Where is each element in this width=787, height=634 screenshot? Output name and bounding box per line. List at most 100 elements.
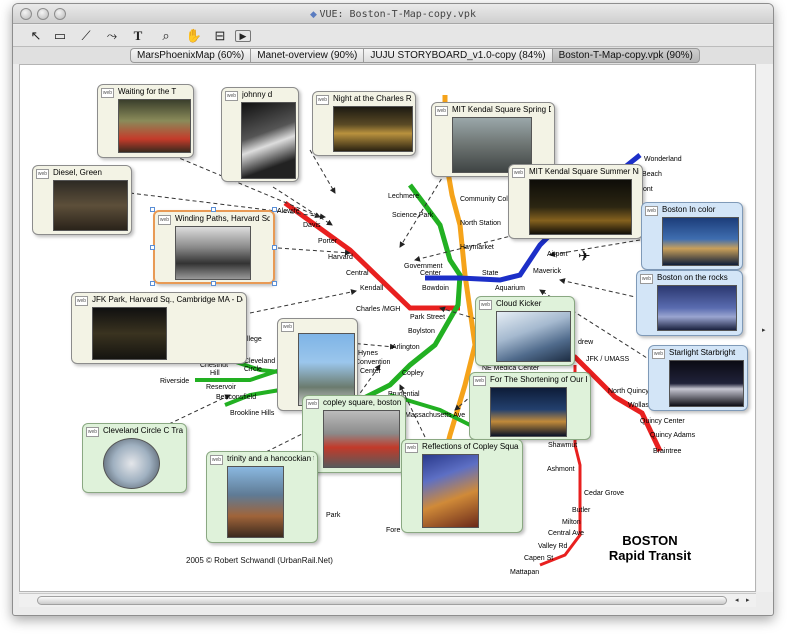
node-shortening-of-our-life[interactable]: web For The Shortening of Our Life bbox=[469, 372, 591, 440]
station-jfk-umass: JFK / UMASS bbox=[586, 356, 630, 363]
play-tool-icon[interactable]: ▶ bbox=[235, 30, 251, 42]
node-diesel-green[interactable]: web Diesel, Green bbox=[32, 165, 132, 235]
zoom-tool-icon[interactable]: ⌕ bbox=[155, 27, 177, 45]
station-beaconsfield: Beaconsfield bbox=[216, 394, 256, 401]
map-title-line2: Rapid Transit bbox=[608, 548, 692, 563]
photo-jfk-park bbox=[92, 307, 167, 360]
photo-boston-on-the-rocks bbox=[657, 285, 737, 331]
selection-handle[interactable] bbox=[211, 281, 216, 286]
selection-handle[interactable] bbox=[150, 207, 155, 212]
station-park: Park bbox=[326, 512, 341, 519]
node-label: Winding Paths, Harvard Sq. T bbox=[175, 214, 270, 223]
airport-plane-icon: ✈ bbox=[578, 248, 591, 265]
photo-waiting-for-the-t bbox=[118, 99, 191, 153]
station-cedar-grove: Cedar Grove bbox=[584, 490, 624, 497]
selection-handle[interactable] bbox=[150, 281, 155, 286]
horizontal-scrollbar[interactable]: ◂ ▸ bbox=[19, 593, 756, 607]
station-ashmont: Ashmont bbox=[547, 466, 575, 473]
node-label: Cloud Kicker bbox=[496, 299, 542, 308]
station-convention: Convention bbox=[355, 359, 391, 366]
station-milton: Milton bbox=[562, 519, 581, 526]
station-hynes: Hynes bbox=[358, 350, 378, 357]
station-copley: Copley bbox=[402, 370, 424, 377]
web-badge-icon: web bbox=[158, 215, 171, 225]
node-label: MIT Kendal Square Spring Day bbox=[452, 105, 551, 114]
link-tool-icon[interactable]: ⟋ bbox=[75, 27, 97, 45]
node-night-at-the-charles-river[interactable]: web Night at the Charles River bbox=[312, 91, 416, 156]
zoom-window-button[interactable] bbox=[54, 8, 66, 20]
node-mit-kendal-summer[interactable]: web MIT Kendal Square Summer Night bbox=[508, 164, 643, 239]
collapse-arrow-icon[interactable]: ▸ bbox=[762, 326, 766, 334]
vertical-scrollbar[interactable]: ▸ bbox=[757, 64, 773, 592]
tab-mars-phoenix-map[interactable]: MarsPhoenixMap (60%) bbox=[130, 48, 251, 63]
photo-copley-square bbox=[323, 410, 400, 468]
web-badge-icon: web bbox=[645, 206, 658, 216]
node-boston-on-the-rocks[interactable]: web Boston on the rocks bbox=[636, 270, 743, 336]
node-waiting-for-the-t[interactable]: web Waiting for the T bbox=[97, 84, 194, 158]
hand-tool-icon[interactable]: ✋ bbox=[183, 27, 205, 45]
web-badge-icon: web bbox=[316, 95, 329, 105]
photo-night-at-the-charles-river bbox=[333, 106, 413, 152]
station-state: State bbox=[482, 270, 498, 277]
web-badge-icon: web bbox=[225, 91, 238, 101]
station-alewife: Alewife bbox=[277, 208, 300, 215]
web-badge-icon: web bbox=[75, 296, 88, 306]
photo-shortening-of-our-life bbox=[490, 387, 567, 437]
node-jfk-park[interactable]: web JFK Park, Harvard Sq., Cambridge MA … bbox=[71, 292, 247, 364]
tab-juju-storyboard[interactable]: JUJU STORYBOARD_v1.0-copy (84%) bbox=[363, 48, 552, 63]
node-label: trinity and a hancockian trio bbox=[227, 454, 314, 463]
select-tool-icon[interactable]: ↖ bbox=[25, 27, 47, 45]
station-boylston: Boylston bbox=[408, 328, 435, 335]
web-badge-icon: web bbox=[281, 322, 294, 332]
node-cloud-kicker[interactable]: web Cloud Kicker bbox=[475, 296, 575, 366]
node-starlight-starbright[interactable]: web Starlight Starbright bbox=[648, 345, 748, 411]
minimize-window-button[interactable] bbox=[37, 8, 49, 20]
horizontal-scroll-thumb[interactable] bbox=[37, 596, 727, 605]
station-north-quincy: North Quincy bbox=[608, 388, 649, 395]
selection-handle[interactable] bbox=[211, 207, 216, 212]
map-title: BOSTON Rapid Transit bbox=[595, 533, 705, 563]
selection-handle[interactable] bbox=[272, 245, 277, 250]
close-window-button[interactable] bbox=[20, 8, 32, 20]
node-winding-paths[interactable]: web Winding Paths, Harvard Sq. T bbox=[153, 210, 275, 284]
scroll-left-arrow-icon[interactable]: ◂ bbox=[735, 596, 739, 604]
node-label: copley square, boston bbox=[323, 398, 402, 407]
station-mattapan: Mattapan bbox=[510, 569, 539, 576]
selection-handle[interactable] bbox=[150, 245, 155, 250]
node-label: Night at the Charles River bbox=[333, 94, 412, 103]
map-title-line1: BOSTON bbox=[622, 533, 678, 548]
selection-handle[interactable] bbox=[272, 281, 277, 286]
station-brookline-hills: Brookline Hills bbox=[230, 410, 275, 417]
node-label: Boston In color bbox=[662, 205, 716, 214]
node-label: JFK Park, Harvard Sq., Cambridge MA - De… bbox=[92, 295, 243, 304]
station-ne-medical-center: NE Medica Center bbox=[482, 365, 540, 372]
node-johnny-d[interactable]: web johnny d bbox=[221, 87, 299, 182]
station-haymarket: Haymarket bbox=[460, 244, 494, 251]
curved-link-tool-icon[interactable]: ⤳ bbox=[101, 27, 123, 45]
window-title: VUE: Boston-T-Map-copy.vpk bbox=[319, 9, 476, 20]
web-badge-icon: web bbox=[652, 349, 665, 359]
presentation-tool-icon[interactable]: ⊟ bbox=[209, 27, 231, 45]
node-cleveland-circle[interactable]: web Cleveland Circle C Train bbox=[82, 423, 187, 493]
node-reflections-copley[interactable]: web Reflections of Copley Square bbox=[401, 439, 523, 533]
selection-handle[interactable] bbox=[272, 207, 277, 212]
photo-johnny-d bbox=[241, 102, 296, 179]
scroll-right-arrow-icon[interactable]: ▸ bbox=[746, 596, 750, 604]
web-badge-icon: web bbox=[479, 300, 492, 310]
station-government-center: Center bbox=[420, 270, 442, 277]
map-canvas[interactable]: ✈ Alewife Davis Porter Harvard Central K… bbox=[19, 64, 756, 592]
node-trinity-hancockian[interactable]: web trinity and a hancockian trio bbox=[206, 451, 318, 543]
rectangle-tool-icon[interactable]: ▭ bbox=[49, 27, 71, 45]
node-boston-in-color[interactable]: web Boston In color bbox=[641, 202, 743, 270]
station-center: Center bbox=[360, 368, 382, 375]
svg-text:✈: ✈ bbox=[578, 248, 591, 265]
photo-mit-kendal-summer bbox=[529, 179, 632, 235]
text-tool-icon[interactable]: T bbox=[127, 27, 149, 45]
tab-manet-overview[interactable]: Manet-overview (90%) bbox=[250, 48, 364, 63]
title-bar[interactable]: ◆ VUE: Boston-T-Map-copy.vpk bbox=[13, 4, 773, 24]
photo-winding-paths bbox=[175, 226, 251, 280]
station-charles-mgh: Charles /MGH bbox=[356, 306, 400, 313]
toolbar: ↖ ▭ ⟋ ⤳ T ⌕ ✋ ⊟ ▶ bbox=[13, 25, 773, 47]
tab-boston-t-map[interactable]: Boston-T-Map-copy.vpk (90%) bbox=[551, 48, 700, 63]
photo-diesel-green bbox=[53, 180, 128, 231]
